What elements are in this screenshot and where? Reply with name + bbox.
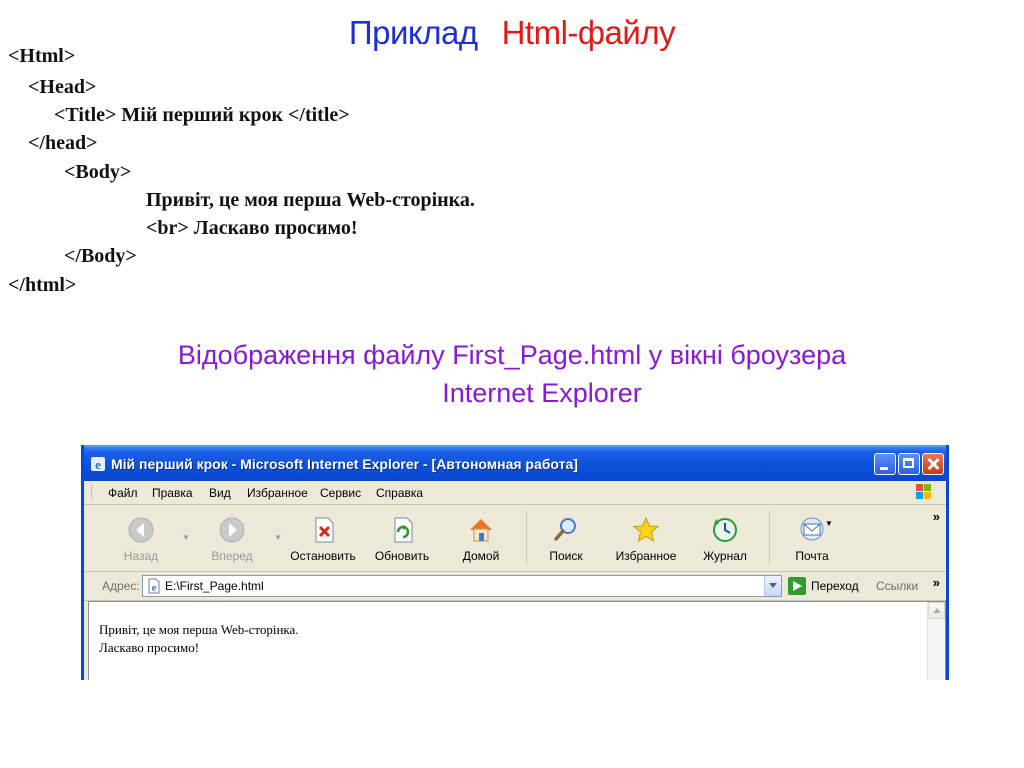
home-icon [470, 519, 492, 542]
address-bar: Адрес: e E:\First_Page.html Переход Ссыл… [84, 572, 946, 601]
window-title: Мій перший крок - Microsoft Internet Exp… [111, 456, 578, 472]
menu-help[interactable]: Справка [376, 486, 423, 500]
ie-logo-icon: e [91, 457, 105, 472]
toolbar-separator [526, 511, 527, 565]
favorites-label: Избранное [615, 549, 677, 563]
menu-file[interactable]: Файл [108, 486, 138, 500]
back-arrow-icon [128, 517, 154, 543]
refresh-label: Обновить [374, 549, 430, 563]
refresh-icon [394, 517, 413, 543]
page-content: Привіт, це моя перша Web-сторінка. Ласка… [88, 601, 946, 680]
menu-bar: Файл Правка Вид Избранное Сервис Справка [84, 481, 946, 505]
toolbar-separator [769, 511, 770, 565]
caption: Відображення файлу First_Page.html у вік… [0, 336, 1024, 412]
menu-edit[interactable]: Правка [152, 486, 193, 500]
code-line: </Body> [64, 245, 137, 267]
code-line: <Title> Мій перший крок </title> [54, 104, 350, 126]
stop-button[interactable]: Остановить [288, 515, 358, 563]
forward-dropdown-icon[interactable]: ▼ [274, 533, 282, 542]
mail-dropdown-icon[interactable]: ▼ [825, 519, 833, 528]
slide-title-part2: Html-файлу [501, 14, 676, 51]
favorites-button[interactable]: Избранное [611, 515, 681, 563]
content-line: Ласкаво просимо! [99, 640, 200, 655]
history-button[interactable]: Журнал [690, 515, 760, 563]
code-line: </html> [8, 274, 77, 296]
slide-title: Приклад Html-файлу [0, 14, 1024, 52]
slide-title-part1: Приклад [348, 14, 478, 51]
address-value: E:\First_Page.html [165, 579, 264, 593]
toolbar-chevron-icon[interactable]: » [933, 509, 940, 524]
menubar-grip[interactable] [91, 485, 94, 500]
back-label: Назад [123, 549, 159, 563]
close-icon[interactable] [922, 453, 944, 475]
search-button[interactable]: Поиск [531, 515, 601, 563]
code-line: Привіт, це моя перша Web-сторінка. [146, 189, 475, 211]
address-input[interactable]: e E:\First_Page.html [142, 575, 782, 597]
forward-label: Вперед [211, 549, 253, 563]
svg-text:e: e [152, 583, 157, 594]
search-icon [554, 518, 576, 541]
menu-view[interactable]: Вид [209, 486, 231, 500]
scroll-up-icon[interactable] [928, 602, 945, 619]
stop-label: Остановить [290, 549, 356, 563]
maximize-icon[interactable] [898, 453, 920, 475]
home-button[interactable]: Домой [446, 515, 516, 563]
page-icon: e [148, 578, 160, 594]
mail-button[interactable]: Почта [777, 515, 847, 563]
back-button[interactable]: Назад [106, 515, 176, 563]
menu-favorites[interactable]: Избранное [247, 486, 308, 500]
windows-logo-icon [916, 484, 931, 499]
svg-text:e: e [95, 457, 101, 472]
code-line: <Head> [28, 76, 97, 98]
links-chevron-icon[interactable]: » [933, 575, 940, 590]
window-titlebar[interactable]: e Мій перший крок - Microsoft Internet E… [84, 445, 946, 481]
code-line: <br> Ласкаво просимо! [146, 217, 358, 239]
back-dropdown-icon[interactable]: ▼ [182, 533, 190, 542]
standard-toolbar: Назад ▼ Вперед ▼ Остановить Обновить Дом… [84, 505, 946, 572]
code-line: </head> [28, 132, 98, 154]
go-button[interactable]: Переход [788, 576, 868, 596]
favorites-star-icon [632, 516, 660, 543]
history-icon [713, 518, 737, 542]
ie-window: e Мій перший крок - Microsoft Internet E… [81, 445, 949, 680]
search-label: Поиск [549, 549, 583, 563]
caption-line2: Internet Explorer [442, 378, 642, 408]
forward-button[interactable]: Вперед [197, 515, 267, 563]
history-label: Журнал [703, 549, 747, 563]
mail-icon [800, 517, 824, 541]
address-label: Адрес: [102, 579, 140, 593]
home-label: Домой [462, 549, 500, 563]
vertical-scrollbar[interactable] [927, 602, 945, 680]
code-line: <Html> [8, 45, 76, 67]
mail-label: Почта [795, 549, 829, 563]
forward-arrow-icon [219, 517, 245, 543]
content-line: Привіт, це моя перша Web-сторінка. [99, 622, 299, 637]
caption-line1: Відображення файлу First_Page.html у вік… [177, 340, 847, 370]
refresh-button[interactable]: Обновить [367, 515, 437, 563]
go-arrow-icon [788, 577, 806, 595]
links-button[interactable]: Ссылки [876, 579, 918, 593]
stop-icon [315, 517, 334, 543]
go-label: Переход [811, 579, 859, 593]
address-dropdown-icon[interactable] [764, 576, 781, 596]
menu-tools[interactable]: Сервис [320, 486, 361, 500]
code-line: <Body> [64, 161, 132, 183]
minimize-icon[interactable] [874, 453, 896, 475]
